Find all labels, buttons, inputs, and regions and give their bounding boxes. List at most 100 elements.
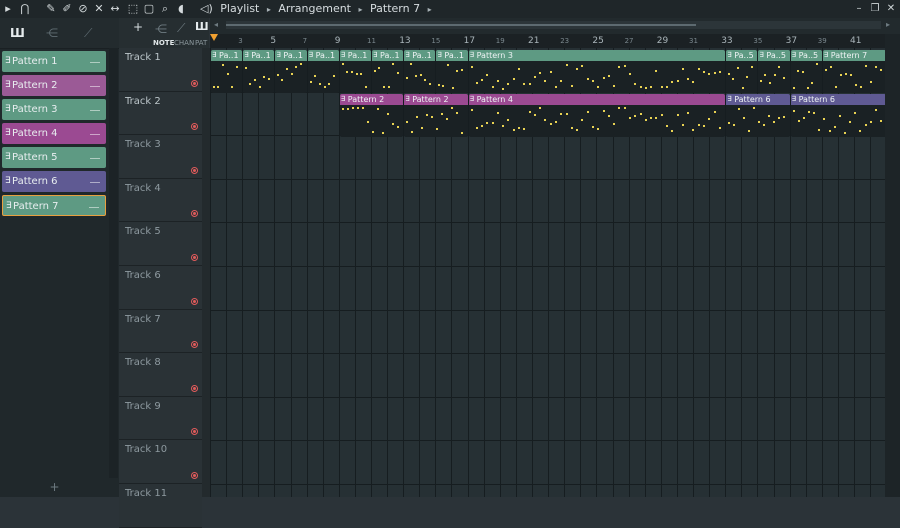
add-pattern-button[interactable]: + [0,480,109,496]
close-icon[interactable]: ✕ [884,1,898,17]
track-name[interactable]: Track 7 [125,314,161,325]
clip-header[interactable]: ∃ Pa..1 [372,50,404,61]
pattern-clip[interactable]: ∃ Pa..1 [372,50,404,93]
playback-icon[interactable]: ◖ [174,2,188,16]
clip-menu-icon[interactable]: ∃ [727,94,731,105]
clip-menu-icon[interactable]: ∃ [405,94,409,105]
clip-header[interactable]: ∃ Pa..1 [436,50,468,61]
pattern-item[interactable]: ∃ Pattern 1 [2,51,106,72]
pattern-clip[interactable]: ∃ Pa..5 [758,50,790,93]
track-name[interactable]: Track 4 [125,183,161,194]
pattern-clip[interactable]: ∃ Pattern 7 [822,50,885,93]
clip-header[interactable]: ∃ Pa..5 [758,50,790,61]
playlist-grid[interactable]: ∃ Pa..1 ∃ Pa..1 ∃ Pa..1 ∃ Pa..1 ∃ Pa..1 ∃ Pa..1 ∃ Pa.… [210,48,885,497]
breadcrumb-pattern[interactable]: Pattern 7 [370,2,420,15]
track-mute-icon[interactable] [191,253,198,261]
pattern-filter-tab[interactable]: PAT [195,39,207,47]
pattern-clip[interactable]: ∃ Pa..1 [307,50,339,93]
track-header[interactable]: Track 8 [119,353,202,397]
track-name[interactable]: Track 10 [125,444,167,455]
clip-header[interactable]: ∃ Pattern 7 [822,50,885,61]
clip-menu-icon[interactable]: ∃ [470,94,474,105]
clip-menu-icon[interactable]: ∃ [759,50,763,61]
zoom-icon[interactable]: ⌕ [158,2,172,16]
pattern-clip-icon[interactable]: Ш [195,20,209,33]
vertical-scrollbar[interactable] [885,34,900,497]
track-name[interactable]: Track 3 [125,139,161,150]
clip-menu-icon[interactable]: ∃ [792,50,796,61]
audio-clip-icon[interactable]: ⋲ [155,22,167,36]
automation-icon[interactable]: ⟋ [84,26,92,41]
clip-menu-icon[interactable]: ∃ [212,50,216,61]
clip-header[interactable]: ∃ Pa..1 [275,50,307,61]
brush-icon[interactable]: ✐ [60,2,74,16]
delete-icon[interactable]: ⊘ [76,2,90,16]
track-mute-icon[interactable] [191,210,198,218]
clip-header[interactable]: ∃ Pa..1 [243,50,275,61]
pattern-clip[interactable]: ∃ Pa..1 [243,50,275,93]
clip-header[interactable]: ∃ Pa..1 [211,50,243,61]
track-header[interactable]: Track 10 [119,440,202,484]
pattern-item[interactable]: ∃ Pattern 4 [2,123,106,144]
track-header[interactable]: Track 6 [119,266,202,310]
clip-header[interactable]: ∃ Pattern 2 [339,93,404,105]
overview-scroller[interactable] [226,21,881,29]
automation-clip-icon[interactable]: ⟋ [177,21,185,36]
clip-menu-icon[interactable]: ∃ [309,50,313,61]
menu-arrow-icon[interactable]: ▸ [3,2,13,16]
clip-menu-icon[interactable]: ∃ [373,50,377,61]
track-header[interactable]: Track 5 [119,222,202,266]
scroll-left-icon[interactable]: ◂ [214,20,218,29]
track-header[interactable]: Track 7 [119,309,202,354]
pattern-item[interactable]: ∃ Pattern 7 [2,195,106,216]
track-mute-icon[interactable] [191,79,198,87]
pattern-item[interactable]: ∃ Pattern 6 [2,171,106,192]
pattern-clip[interactable]: ∃ Pattern 6 [726,93,790,137]
clip-header[interactable]: ∃ Pattern 4 [468,93,726,105]
clip-header[interactable]: ∃ Pa..1 [307,50,339,61]
track-header[interactable]: Track 9 [119,396,202,441]
playhead-marker[interactable] [210,34,218,41]
track-mute-icon[interactable] [191,428,198,436]
clip-menu-icon[interactable]: ∃ [792,94,796,105]
track-mute-icon[interactable] [191,341,198,349]
pencil-icon[interactable]: ✎ [44,2,58,16]
restore-icon[interactable]: ❐ [868,1,882,17]
clip-menu-icon[interactable]: ∃ [727,50,731,61]
pattern-item[interactable]: ∃ Pattern 2 [2,75,106,96]
track-header[interactable]: Track 1 [119,48,202,92]
pattern-clip[interactable]: ∃ Pa..5 [790,50,822,93]
breadcrumb-playlist[interactable]: Playlist [220,2,259,15]
mute-icon[interactable]: ✕ [92,2,106,16]
clip-header[interactable]: ∃ Pa..5 [726,50,758,61]
select-icon[interactable]: ⬚ [126,2,140,16]
pattern-clip[interactable]: ∃ Pa..1 [436,50,468,93]
add-track-icon[interactable]: + [133,20,143,34]
clip-menu-icon[interactable]: ∃ [276,50,280,61]
clip-menu-icon[interactable]: ∃ [470,50,474,61]
channel-filter-tab[interactable]: CHAN [174,39,194,47]
scroll-right-icon[interactable]: ▸ [886,20,890,29]
track-header[interactable]: Track 2 [119,91,202,136]
clip-menu-icon[interactable]: ∃ [244,50,248,61]
track-name[interactable]: Track 6 [125,270,161,281]
timeline-ruler[interactable]: 3 5 7 9 11 13 15 17 19 21 23 25 27 29 31 33 35 37 39 41 [210,34,885,48]
track-name[interactable]: Track 5 [125,226,161,237]
track-name[interactable]: Track 11 [125,488,167,499]
minimize-icon[interactable]: – [852,1,866,17]
pattern-clip[interactable]: ∃ Pattern 6 [790,93,885,137]
track-header[interactable]: Track 3 [119,135,202,179]
pattern-clip[interactable]: ∃ Pattern 2 [404,93,468,137]
pattern-clip[interactable]: ∃ Pa..1 [211,50,243,93]
pattern-clip[interactable]: ∃ Pa..1 [339,50,371,93]
speaker-icon[interactable]: ◁) [200,2,213,15]
track-mute-icon[interactable] [191,123,198,131]
clip-menu-icon[interactable]: ∃ [405,50,409,61]
clip-header[interactable]: ∃ Pattern 6 [790,93,885,105]
browser-scrollbar[interactable] [109,48,118,478]
clip-header[interactable]: ∃ Pa..1 [404,50,436,61]
track-header[interactable]: Track 4 [119,178,202,223]
pattern-clip[interactable]: ∃ Pa..1 [404,50,436,93]
clip-header[interactable]: ∃ Pattern 6 [726,93,790,105]
select-all-icon[interactable]: ▢ [142,2,156,16]
